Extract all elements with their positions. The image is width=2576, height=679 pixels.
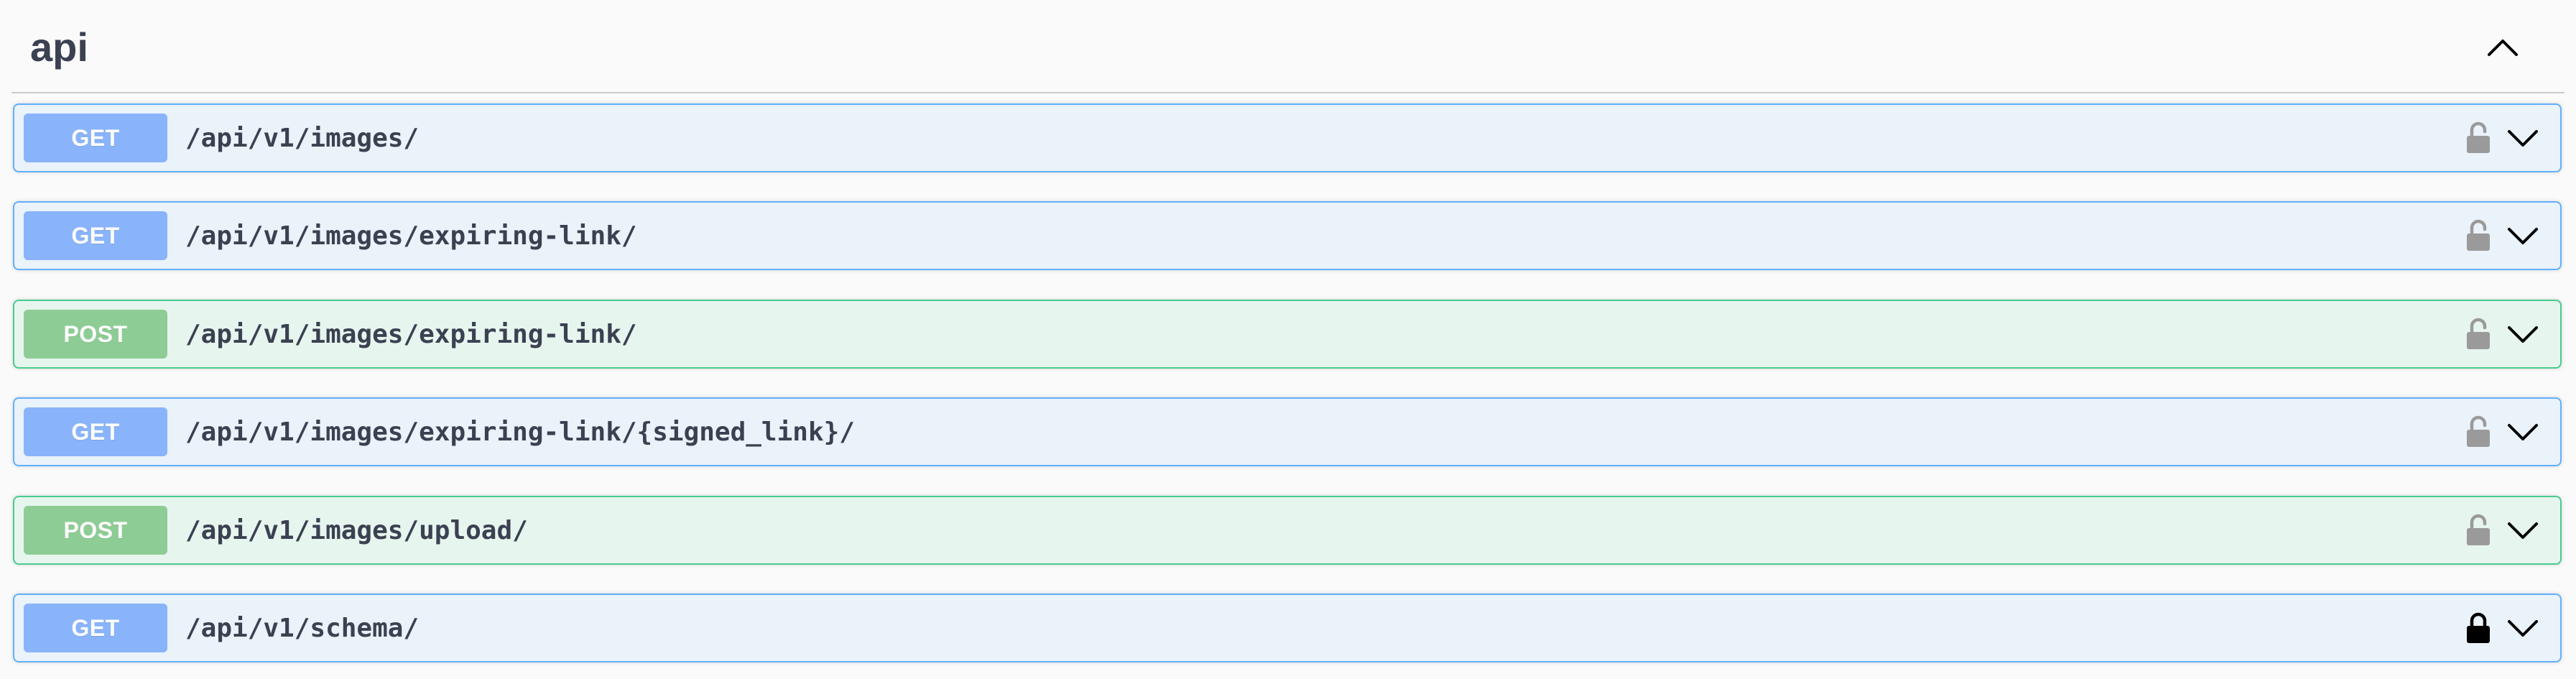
method-badge: POST xyxy=(24,310,167,359)
method-badge: GET xyxy=(24,407,167,456)
operation-path: /api/v1/schema/ xyxy=(185,613,420,643)
unlocked-lock-icon[interactable] xyxy=(2464,511,2493,550)
operation-path: /api/v1/images/ xyxy=(185,123,420,153)
method-badge: POST xyxy=(24,506,167,555)
operation-controls xyxy=(2464,497,2543,563)
tag-title: api xyxy=(30,24,88,70)
chevron-up-icon[interactable] xyxy=(2481,27,2524,66)
operation-controls xyxy=(2464,301,2543,367)
tag-section-header[interactable]: api xyxy=(11,0,2565,93)
operation-controls xyxy=(2464,105,2543,171)
locked-lock-icon[interactable] xyxy=(2464,609,2493,647)
operation-path: /api/v1/images/expiring-link/ xyxy=(185,319,637,349)
chevron-down-icon[interactable] xyxy=(2503,610,2543,646)
swagger-page: api GET /api/v1/images/ GET /api/v1/imag… xyxy=(0,0,2576,679)
operation-controls xyxy=(2464,399,2543,465)
operation-path: /api/v1/images/upload/ xyxy=(185,515,528,545)
chevron-down-icon[interactable] xyxy=(2503,316,2543,352)
method-badge: GET xyxy=(24,604,167,652)
chevron-down-icon[interactable] xyxy=(2503,120,2543,156)
method-badge: GET xyxy=(24,211,167,260)
chevron-down-icon[interactable] xyxy=(2503,218,2543,254)
operation-get-images[interactable]: GET /api/v1/images/ xyxy=(13,103,2562,172)
unlocked-lock-icon[interactable] xyxy=(2464,216,2493,255)
chevron-down-icon[interactable] xyxy=(2503,414,2543,450)
chevron-down-icon[interactable] xyxy=(2503,512,2543,548)
operation-controls xyxy=(2464,595,2543,661)
operation-path: /api/v1/images/expiring-link/{signed_lin… xyxy=(185,417,855,447)
method-badge: GET xyxy=(24,114,167,162)
operation-path: /api/v1/images/expiring-link/ xyxy=(185,221,637,251)
unlocked-lock-icon[interactable] xyxy=(2464,412,2493,451)
unlocked-lock-icon[interactable] xyxy=(2464,315,2493,354)
operation-get-signed-link[interactable]: GET /api/v1/images/expiring-link/{signed… xyxy=(13,397,2562,466)
operation-post-upload[interactable]: POST /api/v1/images/upload/ xyxy=(13,496,2562,565)
operation-get-expiring-link[interactable]: GET /api/v1/images/expiring-link/ xyxy=(13,201,2562,270)
unlocked-lock-icon[interactable] xyxy=(2464,119,2493,157)
operation-controls xyxy=(2464,203,2543,269)
operation-get-schema[interactable]: GET /api/v1/schema/ xyxy=(13,593,2562,662)
operation-post-expiring-link[interactable]: POST /api/v1/images/expiring-link/ xyxy=(13,300,2562,369)
